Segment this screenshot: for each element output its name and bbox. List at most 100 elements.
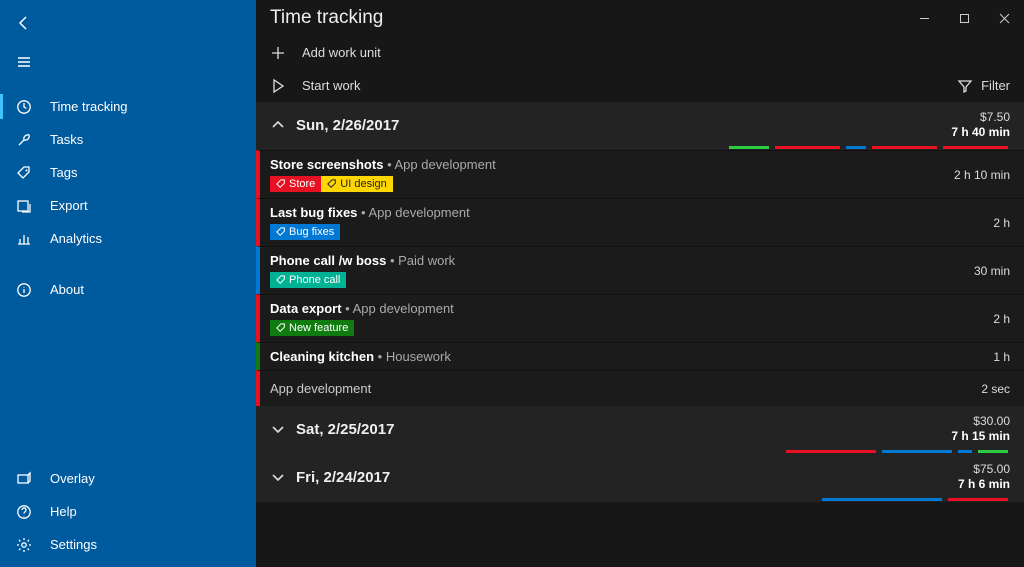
chevron-down-icon (270, 421, 286, 437)
tag[interactable]: Phone call (270, 272, 346, 288)
filter-button[interactable]: Filter (957, 78, 1024, 94)
work-entry[interactable]: Last bug fixes • App development Bug fixe… (256, 198, 1024, 246)
main: Time tracking Add work unit Start work F… (256, 0, 1024, 567)
gear-icon (16, 537, 32, 553)
day-duration: 7 h 15 min (951, 429, 1010, 444)
entry-tags: Phone call (270, 272, 964, 288)
day-duration: 7 h 40 min (951, 125, 1010, 140)
chevron-up-icon (270, 117, 286, 133)
window-close-button[interactable] (984, 3, 1024, 33)
entry-tags: Store UI design (270, 176, 944, 192)
day-header[interactable]: Sun, 2/26/2017$7.507 h 40 min (256, 102, 1024, 146)
toolbar-label: Add work unit (302, 45, 381, 60)
filter-label: Filter (981, 78, 1010, 93)
sidebar-item-tasks[interactable]: Tasks (0, 123, 256, 156)
entry-name: App development (270, 381, 971, 396)
day-date: Sun, 2/26/2017 (296, 117, 951, 134)
entry-duration: 2 h 10 min (944, 168, 1010, 182)
chevron-down-icon (270, 469, 286, 485)
help-icon (16, 504, 32, 520)
entry-category: • App development (345, 301, 454, 316)
arrow-left-icon (16, 15, 32, 31)
day-date: Sat, 2/25/2017 (296, 421, 951, 438)
toolbar-label: Start work (302, 78, 361, 93)
entry-name: Last bug fixes (270, 205, 357, 220)
entry-duration: 1 h (983, 350, 1010, 364)
info-icon (16, 282, 32, 298)
clock-icon (16, 99, 32, 115)
sidebar: Time tracking Tasks Tags Export Analytic… (0, 0, 256, 567)
play-icon (270, 78, 286, 94)
entry-category: • App development (387, 157, 496, 172)
page-title: Time tracking (270, 7, 904, 29)
day-price: $75.00 (958, 462, 1010, 477)
window-minimize-button[interactable] (904, 3, 944, 33)
work-entry[interactable]: Data export • App development New feature… (256, 294, 1024, 342)
work-entry[interactable]: Store screenshots • App development Store… (256, 150, 1024, 198)
sidebar-item-tags[interactable]: Tags (0, 156, 256, 189)
tag[interactable]: UI design (321, 176, 392, 192)
entry-tags: New feature (270, 320, 983, 336)
sidebar-item-about[interactable]: About (0, 273, 256, 306)
sidebar-item-label: Settings (50, 537, 97, 552)
hamburger-button[interactable] (0, 45, 256, 78)
entry-name: Store screenshots (270, 157, 383, 172)
tag-label: Bug fixes (289, 226, 334, 238)
entry-category: • Housework (378, 349, 451, 364)
tag-icon (16, 165, 32, 181)
wrench-icon (16, 132, 32, 148)
entries-list[interactable]: Sun, 2/26/2017$7.507 h 40 minStore scree… (256, 102, 1024, 567)
entry-duration: 2 h (983, 312, 1010, 326)
sidebar-item-label: Help (50, 504, 77, 519)
export-icon (16, 198, 32, 214)
day-date: Fri, 2/24/2017 (296, 469, 958, 486)
tag[interactable]: Bug fixes (270, 224, 340, 240)
day-timeline (256, 498, 1024, 502)
overlay-icon (16, 471, 32, 487)
sidebar-item-label: Analytics (50, 231, 102, 246)
day-price: $30.00 (951, 414, 1010, 429)
entry-category: • App development (361, 205, 470, 220)
add-work-unit-button[interactable]: Add work unit (256, 36, 1024, 69)
sidebar-item-overlay[interactable]: Overlay (0, 462, 256, 495)
start-work-button[interactable]: Start work Filter (256, 69, 1024, 102)
analytics-icon (16, 231, 32, 247)
tag-label: Phone call (289, 274, 340, 286)
work-entry[interactable]: Phone call /w boss • Paid work Phone call… (256, 246, 1024, 294)
entry-duration: 30 min (964, 264, 1010, 278)
sidebar-item-help[interactable]: Help (0, 495, 256, 528)
sidebar-item-analytics[interactable]: Analytics (0, 222, 256, 255)
sidebar-item-label: Tasks (50, 132, 83, 147)
entry-duration: 2 sec (971, 382, 1010, 396)
sidebar-item-label: Export (50, 198, 88, 213)
work-entry[interactable]: App development2 sec (256, 370, 1024, 406)
entry-name: Data export (270, 301, 342, 316)
sidebar-item-label: Overlay (50, 471, 95, 486)
tag-label: New feature (289, 322, 348, 334)
tag[interactable]: New feature (270, 320, 354, 336)
plus-icon (270, 45, 286, 61)
day-header[interactable]: Sat, 2/25/2017$30.007 h 15 min (256, 406, 1024, 450)
entry-name: Cleaning kitchen (270, 349, 374, 364)
back-button[interactable] (0, 6, 256, 39)
sidebar-item-label: Tags (50, 165, 77, 180)
day-header[interactable]: Fri, 2/24/2017$75.007 h 6 min (256, 454, 1024, 498)
entry-duration: 2 h (983, 216, 1010, 230)
tag-label: Store (289, 178, 315, 190)
entry-tags: Bug fixes (270, 224, 983, 240)
entry-category: • Paid work (390, 253, 455, 268)
day-duration: 7 h 6 min (958, 477, 1010, 492)
filter-icon (957, 78, 973, 94)
day-price: $7.50 (951, 110, 1010, 125)
work-entry[interactable]: Cleaning kitchen • Housework 1 h (256, 342, 1024, 370)
entry-name: Phone call /w boss (270, 253, 386, 268)
sidebar-item-export[interactable]: Export (0, 189, 256, 222)
tag[interactable]: Store (270, 176, 321, 192)
titlebar: Time tracking (256, 0, 1024, 36)
sidebar-item-label: Time tracking (50, 99, 128, 114)
tag-label: UI design (340, 178, 386, 190)
sidebar-item-settings[interactable]: Settings (0, 528, 256, 561)
sidebar-item-time-tracking[interactable]: Time tracking (0, 90, 256, 123)
menu-icon (16, 54, 32, 70)
window-maximize-button[interactable] (944, 3, 984, 33)
